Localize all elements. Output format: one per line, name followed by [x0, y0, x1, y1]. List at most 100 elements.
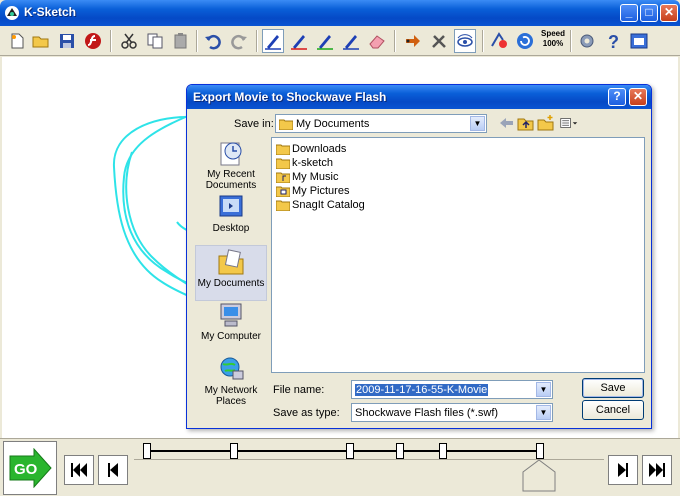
list-item[interactable]: My Pictures: [276, 184, 349, 198]
place-my-recent-documents[interactable]: My Recent Documents: [195, 137, 267, 193]
eraser-button[interactable]: [366, 29, 388, 53]
first-frame-button[interactable]: [64, 455, 94, 485]
file-name: k-sketch: [292, 157, 333, 169]
motion-icon: [491, 32, 507, 48]
music-folder-icon: [276, 172, 290, 183]
folder-icon: [276, 158, 290, 169]
place-my-computer[interactable]: My Computer: [195, 299, 267, 355]
keyframe-marker[interactable]: [346, 443, 354, 459]
skip-end-icon: [649, 463, 665, 477]
up-folder-button[interactable]: [517, 113, 535, 133]
redo-icon: [231, 34, 247, 50]
list-item[interactable]: k-sketch: [276, 156, 333, 170]
maximize-button[interactable]: □: [640, 4, 658, 22]
last-frame-button[interactable]: [642, 455, 672, 485]
speed-control[interactable]: Speed 100%: [540, 29, 566, 53]
chevron-down-icon[interactable]: ▼: [470, 116, 485, 131]
save-in-combo[interactable]: My Documents ▼: [275, 114, 487, 133]
views-menu-icon: [560, 118, 578, 128]
save-in-label: Save in:: [234, 118, 274, 130]
window-mode-button[interactable]: [628, 29, 650, 53]
sketch-stroke: [112, 111, 202, 303]
dialog-help-button[interactable]: ?: [608, 88, 626, 106]
undo-button[interactable]: [202, 29, 224, 53]
arrow-right-icon: [406, 35, 420, 47]
chevron-down-icon[interactable]: ▼: [536, 405, 551, 420]
recent-documents-icon: [220, 142, 242, 166]
pen-green-icon: [317, 35, 333, 50]
svg-text:?: ?: [608, 32, 619, 50]
folder-icon: [276, 200, 290, 211]
file-name: Downloads: [292, 143, 347, 155]
view-button[interactable]: [454, 29, 476, 53]
views-menu-button[interactable]: [557, 113, 581, 133]
eraser-icon: [369, 35, 385, 49]
minimize-button[interactable]: _: [620, 4, 638, 22]
settings-button[interactable]: [576, 29, 598, 53]
new-button[interactable]: [6, 29, 28, 53]
cut-button[interactable]: [118, 29, 140, 53]
keyframe-marker[interactable]: [536, 443, 544, 459]
cancel-button[interactable]: Cancel: [582, 400, 644, 420]
app-icon: [5, 6, 19, 20]
tools-button[interactable]: [428, 29, 450, 53]
place-my-network-places[interactable]: My Network Places: [195, 353, 267, 409]
next-frame-button[interactable]: [608, 455, 638, 485]
redo-button[interactable]: [228, 29, 250, 53]
time-slider-thumb[interactable]: [522, 458, 556, 492]
list-item[interactable]: SnagIt Catalog: [276, 198, 365, 212]
pen-red-button[interactable]: [288, 29, 310, 53]
export-flash-button[interactable]: [82, 29, 104, 53]
up-folder-icon: [517, 118, 534, 131]
skip-start-icon: [71, 463, 87, 477]
speed-value: 100%: [542, 39, 564, 48]
pen-red-icon: [291, 35, 307, 50]
record-motion-button[interactable]: [488, 29, 510, 53]
pen-blue-icon: [265, 35, 281, 50]
place-desktop[interactable]: Desktop: [195, 191, 267, 247]
export-dialog: Export Movie to Shockwave Flash ? ✕ Save…: [186, 84, 652, 429]
place-my-documents[interactable]: My Documents: [195, 245, 267, 301]
place-label: Desktop: [212, 223, 250, 234]
place-label: My Network Places: [204, 385, 258, 407]
copy-button[interactable]: [144, 29, 166, 53]
close-button[interactable]: ✕: [660, 4, 678, 22]
file-list[interactable]: Downloads k-sketch My Music My Pictures …: [271, 137, 645, 373]
save-button[interactable]: Save: [582, 378, 644, 398]
keyframe-marker[interactable]: [439, 443, 447, 459]
pen-dark-icon: [343, 35, 359, 50]
chevron-down-icon[interactable]: ▼: [536, 382, 551, 397]
keyframe-marker[interactable]: [143, 443, 151, 459]
translate-tool-button[interactable]: [402, 29, 424, 53]
help-icon: ?: [608, 32, 619, 50]
go-button[interactable]: GO: [3, 441, 57, 495]
step-back-icon: [108, 463, 118, 477]
save-button[interactable]: [56, 29, 78, 53]
my-documents-icon: [218, 249, 244, 275]
keyframe-marker[interactable]: [230, 443, 238, 459]
pen-blue-button[interactable]: [262, 29, 284, 53]
desktop-icon: [219, 195, 243, 217]
play-button[interactable]: [514, 29, 536, 53]
file-name-input[interactable]: 2009-11-17-16-55-K-Movie ▼: [351, 380, 553, 399]
help-button[interactable]: ?: [602, 29, 624, 53]
save-type-select[interactable]: Shockwave Flash files (*.swf) ▼: [351, 403, 553, 422]
save-type-label: Save as type:: [273, 407, 340, 419]
list-item[interactable]: Downloads: [276, 142, 346, 156]
file-name-label: File name:: [273, 384, 325, 396]
dialog-close-button[interactable]: ✕: [629, 88, 647, 106]
file-name: My Music: [292, 171, 339, 183]
save-icon: [60, 34, 74, 48]
keyframe-marker[interactable]: [396, 443, 404, 459]
new-folder-button[interactable]: [537, 113, 555, 133]
list-item[interactable]: My Music: [276, 170, 338, 184]
pen-dark-button[interactable]: [340, 29, 362, 53]
app-titlebar: K-Sketch _ □ ✕: [0, 0, 680, 26]
prev-frame-button[interactable]: [98, 455, 128, 485]
paste-button[interactable]: [170, 29, 192, 53]
back-button[interactable]: [497, 113, 515, 133]
network-places-icon: [220, 357, 244, 380]
pen-green-button[interactable]: [314, 29, 336, 53]
open-button[interactable]: [30, 29, 52, 53]
file-name-value: 2009-11-17-16-55-K-Movie: [355, 383, 489, 396]
